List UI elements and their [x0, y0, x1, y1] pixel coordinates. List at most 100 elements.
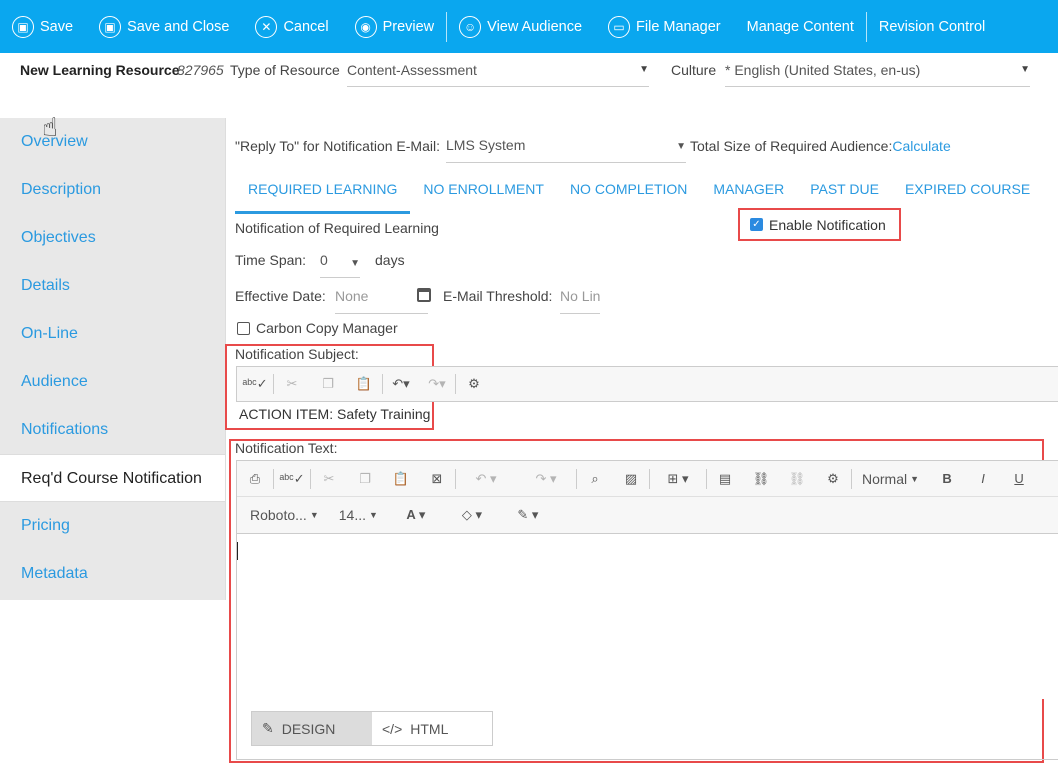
culture-select[interactable]: * English (United States, en-us) ▼	[725, 60, 1030, 87]
background-color-icon[interactable]: ◇ ▾	[444, 497, 500, 533]
preview-button[interactable]: ◉ Preview	[354, 0, 435, 53]
view-audience-label: View Audience	[487, 18, 583, 35]
cancel-button[interactable]: ✕ Cancel	[255, 0, 329, 53]
time-span-unit: days	[375, 252, 405, 268]
sidebar-item-audience[interactable]: Audience	[0, 358, 225, 406]
paste-icon[interactable]: 📋	[346, 367, 382, 401]
enable-notification-checkbox[interactable]: ✓ Enable Notification	[738, 208, 901, 241]
save-button[interactable]: ▣ Save	[12, 0, 73, 53]
sidebar-item-description[interactable]: Description	[0, 166, 225, 214]
sidebar-item-details[interactable]: Details	[0, 262, 225, 310]
font-name-dropdown[interactable]: Roboto... ▼	[237, 507, 329, 523]
save-and-close-button[interactable]: ▣ Save and Close	[99, 0, 229, 53]
font-size-dropdown[interactable]: 14... ▼	[329, 507, 388, 523]
table-icon[interactable]: ⊞ ▾	[650, 461, 706, 496]
chevron-down-icon: ▼	[350, 258, 360, 269]
bold-icon[interactable]: B	[929, 461, 965, 496]
format-stripper-icon[interactable]: ✎ ▾	[500, 497, 556, 533]
design-mode-button[interactable]: ✎ DESIGN	[252, 712, 372, 745]
revision-control-label: Revision Control	[878, 18, 986, 35]
email-threshold-label: E-Mail Threshold:	[443, 288, 553, 304]
type-of-resource-select[interactable]: Content-Assessment ▼	[347, 60, 649, 87]
total-size-group: Total Size of Required Audience:Calculat…	[690, 138, 951, 154]
editor-toolbar-row-2: Roboto... ▼ 14... ▼ A ▾ ◇ ▾ ✎ ▾	[237, 497, 1058, 534]
pencil-icon: ✎	[262, 720, 274, 736]
folder-icon: ▭	[608, 15, 631, 38]
font-size-value: 14...	[338, 507, 366, 523]
tab-required-learning[interactable]: REQUIRED LEARNING	[235, 174, 411, 214]
unlink-icon[interactable]: ⛓	[779, 461, 815, 496]
copy-icon[interactable]: ❐	[347, 461, 383, 496]
select-all-icon[interactable]: ⊠	[419, 461, 455, 496]
page-title: New Learning Resource	[20, 62, 180, 78]
preview-label: Preview	[382, 18, 435, 35]
format-block-value: Normal	[862, 470, 908, 487]
tab-no-enrollment[interactable]: NO ENROLLMENT	[410, 174, 557, 214]
spellcheck-icon[interactable]: ᵃᵇᶜ✓	[274, 461, 310, 496]
redo-icon[interactable]: ↷▾	[419, 367, 455, 401]
cancel-label: Cancel	[283, 18, 329, 35]
enable-notification-label: Enable Notification	[769, 216, 886, 233]
print-icon[interactable]: ⎙	[237, 461, 273, 496]
copy-icon[interactable]: ❐	[310, 367, 346, 401]
paste-icon[interactable]: 📋	[383, 461, 419, 496]
sidebar-item-overview[interactable]: Overview	[0, 118, 225, 166]
find-binoculars-icon[interactable]: ⌕	[577, 461, 613, 496]
notification-tabs: REQUIRED LEARNING NO ENROLLMENT NO COMPL…	[235, 174, 1043, 214]
save-close-label: Save and Close	[127, 18, 230, 35]
sidebar-item-objectives[interactable]: Objectives	[0, 214, 225, 262]
sidebar-item-reqd-course-notification[interactable]: Req'd Course Notification	[0, 454, 225, 502]
document-manager-icon[interactable]: ▤	[707, 461, 743, 496]
editor-content-area[interactable]	[237, 534, 1058, 699]
effective-date-input[interactable]: None	[335, 286, 428, 314]
calculate-link[interactable]: Calculate	[892, 138, 950, 154]
users-icon: ☺	[459, 15, 482, 38]
sidebar-item-metadata[interactable]: Metadata	[0, 550, 225, 598]
time-span-select[interactable]: 0 ▼	[320, 252, 360, 278]
calendar-icon[interactable]	[417, 288, 431, 302]
format-block-dropdown[interactable]: Normal ▼	[852, 471, 929, 487]
html-mode-label: HTML	[410, 720, 449, 737]
redo-icon[interactable]: ↷ ▾	[516, 461, 576, 496]
chevron-down-icon: ▼	[369, 510, 378, 520]
cut-icon[interactable]: ✂	[274, 367, 310, 401]
link-icon[interactable]: ⛓	[743, 461, 779, 496]
undo-icon[interactable]: ↶▾	[383, 367, 419, 401]
subject-input[interactable]: ACTION ITEM: Safety Training	[239, 406, 430, 422]
sidebar-item-pricing[interactable]: Pricing	[0, 502, 225, 550]
image-icon[interactable]: ▨	[613, 461, 649, 496]
toolbar-divider	[446, 11, 448, 42]
sidebar-item-online[interactable]: On-Line	[0, 310, 225, 358]
text-caret	[237, 542, 238, 560]
cut-icon[interactable]: ✂	[311, 461, 347, 496]
reply-to-value: LMS System	[446, 137, 526, 153]
sidebar: Overview Description Objectives Details …	[0, 118, 226, 600]
italic-icon[interactable]: I	[965, 461, 1001, 496]
manage-content-button[interactable]: Manage Content	[747, 0, 854, 53]
tab-no-completion[interactable]: NO COMPLETION	[557, 174, 700, 214]
undo-icon[interactable]: ↶ ▾	[456, 461, 516, 496]
chevron-down-icon: ▼	[910, 473, 920, 484]
email-threshold-input[interactable]: No Lin	[560, 286, 600, 314]
file-manager-button[interactable]: ▭ File Manager	[608, 0, 721, 53]
spellcheck-icon[interactable]: ᵃᵇᶜ✓	[237, 367, 273, 401]
carbon-copy-manager-label: Carbon Copy Manager	[256, 320, 398, 336]
underline-icon[interactable]: U	[1001, 461, 1037, 496]
reply-to-label: "Reply To" for Notification E-Mail:	[235, 138, 440, 154]
subject-label: Notification Subject:	[235, 346, 359, 362]
html-mode-button[interactable]: </> HTML	[372, 712, 492, 745]
culture-value: * English (United States, en-us)	[725, 62, 921, 78]
revision-control-button[interactable]: Revision Control	[879, 0, 985, 53]
reply-to-select[interactable]: LMS System ▼	[446, 135, 686, 163]
carbon-copy-manager-checkbox[interactable]: Carbon Copy Manager	[237, 320, 398, 336]
sidebar-item-notifications[interactable]: Notifications	[0, 406, 225, 454]
settings-gear-icon[interactable]: ⚙	[815, 461, 851, 496]
chevron-down-icon: ▼	[676, 141, 686, 152]
font-name-value: Roboto...	[250, 507, 307, 523]
tab-expired-course[interactable]: EXPIRED COURSE	[892, 174, 1043, 214]
design-mode-label: DESIGN	[281, 720, 336, 737]
save-icon: ▣	[12, 15, 34, 38]
settings-gear-icon[interactable]: ⚙	[456, 367, 492, 401]
view-audience-button[interactable]: ☺ View Audience	[459, 0, 582, 53]
text-color-icon[interactable]: A ▾	[388, 497, 444, 533]
